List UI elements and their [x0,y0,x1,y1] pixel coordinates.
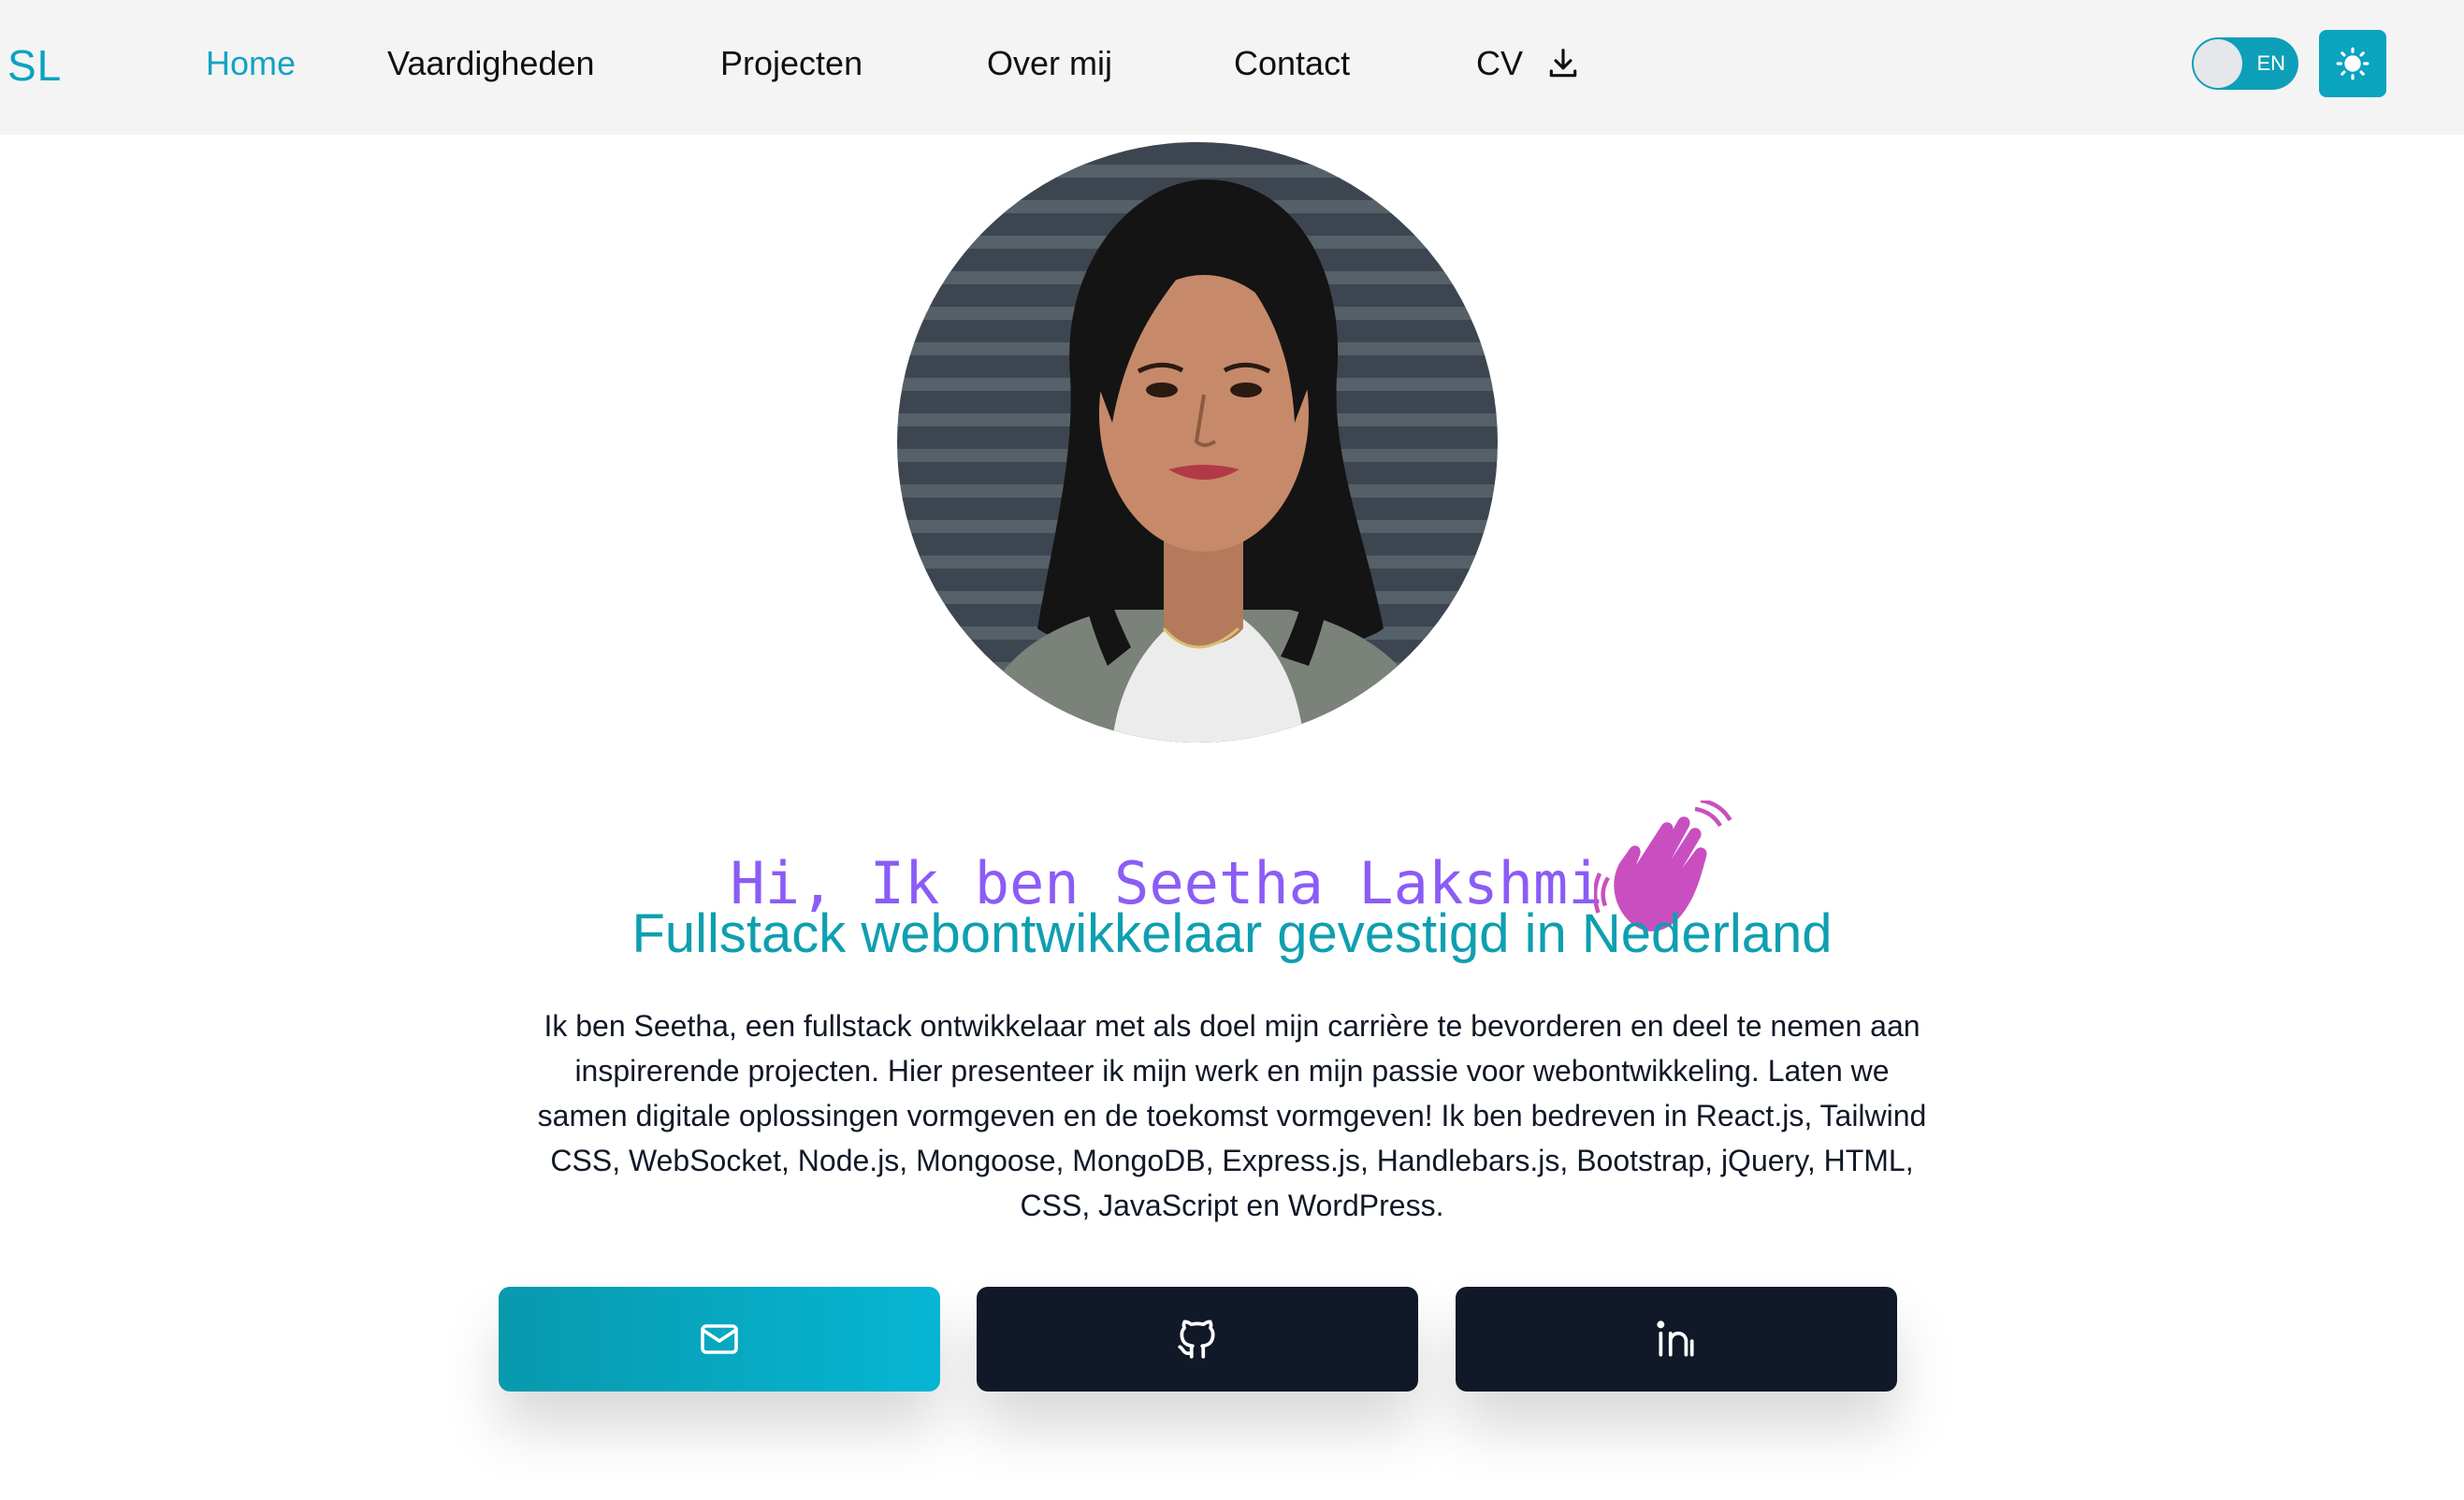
email-button[interactable] [499,1287,940,1392]
sun-icon [2336,47,2370,80]
language-toggle-knob [2194,39,2242,88]
nav-link-projecten[interactable]: Projecten [720,41,862,86]
nav-link-home[interactable]: Home [206,41,296,86]
cv-label: CV [1476,44,1524,82]
hero-subtitle: Fullstack webontwikkelaar gevestigd in N… [631,903,1833,964]
github-icon [1178,1320,1215,1359]
download-icon [1549,49,1577,78]
language-label: EN [2256,51,2285,75]
nav-link-vaardigheden[interactable]: Vaardigheden [387,41,595,86]
logo[interactable]: SL [7,37,62,94]
theme-toggle-button[interactable] [2319,30,2386,97]
mail-icon [701,1324,738,1354]
nav-link-over-mij[interactable]: Over mij [987,41,1112,86]
profile-photo [897,142,1498,743]
nav-link-cv[interactable]: CV [1476,41,1581,86]
navbar: SL Home Vaardigheden Projecten Over mij … [0,0,2464,135]
github-button[interactable] [977,1287,1418,1392]
hero-intro: Ik ben Seetha, een fullstack ontwikkelaa… [537,1009,1927,1222]
linkedin-button[interactable] [1456,1287,1897,1392]
nav-link-contact[interactable]: Contact [1234,41,1350,86]
language-toggle[interactable]: EN [2192,37,2298,90]
linkedin-icon [1657,1320,1694,1357]
